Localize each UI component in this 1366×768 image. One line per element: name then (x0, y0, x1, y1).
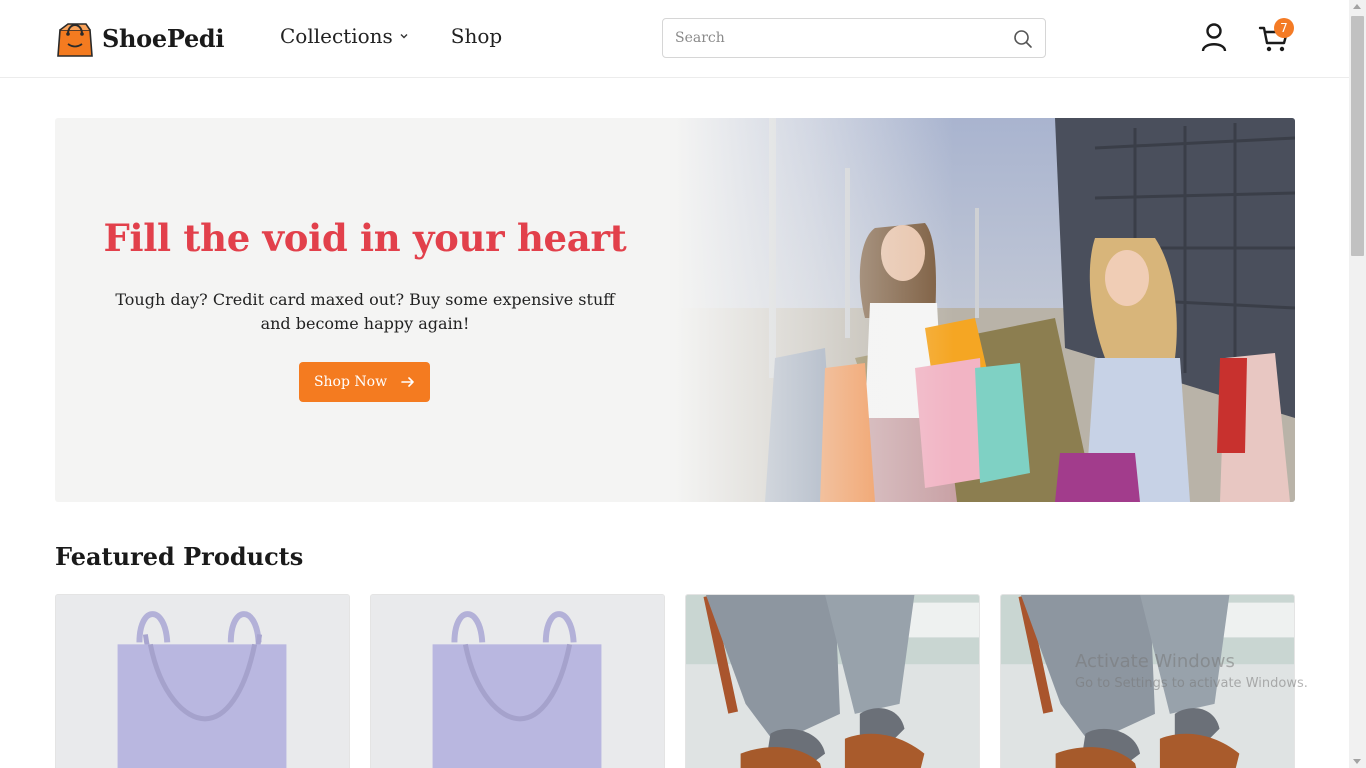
nav-collections-label: Collections (280, 24, 393, 48)
hero-text-panel: Fill the void in your heart Tough day? C… (55, 118, 675, 502)
nav-shop[interactable]: Shop (451, 24, 502, 48)
shop-now-button[interactable]: Shop Now (299, 362, 430, 402)
scroll-down-arrow-icon[interactable] (1353, 759, 1361, 764)
shop-now-label: Shop Now (313, 374, 388, 390)
watermark-line-2: Go to Settings to activate Windows. (1075, 676, 1308, 691)
hero-shopping-women-image (675, 118, 1295, 502)
search-box (662, 18, 1046, 58)
arrow-right-icon (401, 377, 414, 387)
site-header: ShoePedi Collections Shop 7 (0, 0, 1349, 78)
scroll-thumb[interactable] (1351, 16, 1364, 256)
main-nav: Collections Shop (280, 24, 502, 48)
activation-watermark: Activate Windows Go to Settings to activ… (1075, 651, 1308, 691)
featured-products-title: Featured Products (55, 542, 304, 571)
product-card-3[interactable] (685, 594, 980, 768)
product-card-2[interactable] (370, 594, 665, 768)
nav-shop-label: Shop (450, 24, 503, 48)
page-scrollbar[interactable] (1349, 0, 1366, 768)
brand-name: ShoePedi (102, 23, 225, 53)
user-account-icon[interactable] (1200, 22, 1228, 52)
tote-bag-image (56, 595, 349, 768)
brand-logo[interactable]: ShoePedi (56, 18, 225, 58)
brown-shoes-image (686, 595, 979, 768)
search-icon[interactable] (1013, 29, 1033, 49)
tote-bag-image (371, 595, 664, 768)
cart-button[interactable]: 7 (1258, 18, 1298, 54)
shopping-bag-icon (57, 23, 93, 57)
nav-collections[interactable]: Collections (280, 24, 409, 48)
chevron-down-icon (400, 34, 408, 39)
hero-title: Fill the void in your heart (103, 216, 627, 260)
cart-count-badge: 7 (1274, 18, 1294, 38)
hero-subtitle: Tough day? Credit card maxed out? Buy so… (115, 290, 615, 333)
scroll-up-arrow-icon[interactable] (1353, 4, 1361, 9)
watermark-line-1: Activate Windows (1075, 651, 1235, 672)
product-card-1[interactable] (55, 594, 350, 768)
search-input[interactable] (675, 19, 995, 57)
hero-banner: Fill the void in your heart Tough day? C… (55, 118, 1295, 502)
